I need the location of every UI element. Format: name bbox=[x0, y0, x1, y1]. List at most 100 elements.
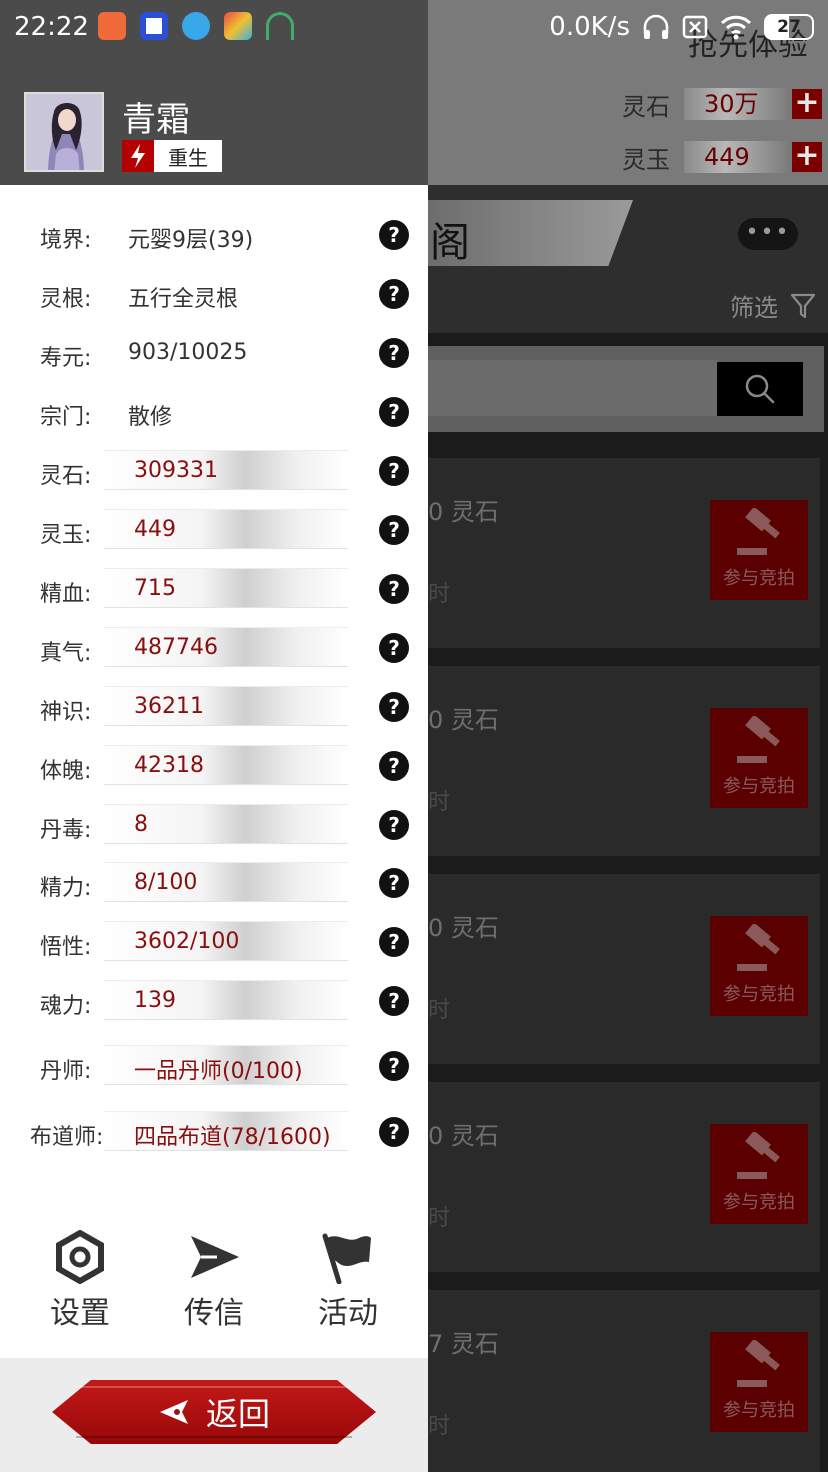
auction-card: 0 灵石 时 参与竞拍 bbox=[428, 458, 820, 648]
stat-row-spirit-jade: 灵玉: 449 ? bbox=[0, 505, 428, 555]
gavel-icon bbox=[737, 1132, 780, 1179]
back-label: 返回 bbox=[205, 1395, 270, 1433]
bid-button[interactable]: 参与竞拍 bbox=[710, 916, 808, 1016]
add-spirit-jade-button[interactable]: + bbox=[792, 141, 822, 172]
wifi-icon bbox=[720, 15, 752, 40]
settings-label: 设置 bbox=[50, 1296, 110, 1331]
stat-label: 境界: bbox=[40, 228, 92, 253]
stat-row-essence-blood: 精血: 715 ? bbox=[0, 564, 428, 614]
card-price: 0 灵石 bbox=[428, 706, 499, 734]
help-icon[interactable]: ? bbox=[379, 986, 409, 1016]
shopping-app-icon bbox=[98, 12, 126, 40]
currency-label: 灵石 bbox=[622, 92, 670, 121]
bid-button[interactable]: 参与竞拍 bbox=[710, 708, 808, 808]
help-icon[interactable]: ? bbox=[379, 692, 409, 722]
help-icon[interactable]: ? bbox=[379, 810, 409, 840]
stat-label: 灵石: bbox=[40, 464, 92, 489]
stat-value: 8/100 bbox=[134, 870, 198, 895]
lightning-icon bbox=[122, 140, 154, 172]
bid-label: 参与竞拍 bbox=[723, 1400, 795, 1421]
auction-card: 0 灵石 时 参与竞拍 bbox=[428, 666, 820, 856]
help-icon[interactable]: ? bbox=[379, 633, 409, 663]
bid-button[interactable]: 参与竞拍 bbox=[710, 1332, 808, 1432]
stat-row-lifespan: 寿元: 903/10025 ? bbox=[0, 328, 428, 378]
stat-row-spirit-root: 灵根: 五行全灵根 ? bbox=[0, 269, 428, 319]
help-icon[interactable]: ? bbox=[379, 220, 409, 250]
messages-button[interactable]: 传信 bbox=[154, 1230, 274, 1332]
back-button[interactable]: 返回 bbox=[52, 1380, 376, 1444]
card-price: 0 灵石 bbox=[428, 1122, 499, 1150]
stat-label: 精力: bbox=[40, 876, 92, 901]
stat-row-comprehension: 悟性: 3602/100 ? bbox=[0, 917, 428, 967]
help-icon[interactable]: ? bbox=[379, 751, 409, 781]
send-icon bbox=[191, 1236, 239, 1278]
status-bar: 22:22 0.0K/s 27 bbox=[0, 0, 828, 56]
pavilion-tab-label: 阁 bbox=[430, 220, 470, 266]
stat-value: 一品丹师(0/100) bbox=[134, 1059, 303, 1084]
help-icon[interactable]: ? bbox=[379, 456, 409, 486]
stat-row-preacher: 布道师: 四品布道(78/1600) ? bbox=[0, 1107, 428, 1157]
stat-bar: 449 bbox=[104, 509, 348, 549]
search-input[interactable] bbox=[428, 360, 718, 416]
battery-icon: 27 bbox=[764, 14, 814, 40]
avatar[interactable] bbox=[24, 92, 104, 172]
browser-app-icon bbox=[140, 12, 168, 40]
stat-row-spirit-stone: 灵石: 309331 ? bbox=[0, 446, 428, 496]
stat-bar: 139 bbox=[104, 980, 348, 1020]
help-icon[interactable]: ? bbox=[379, 927, 409, 957]
auction-card: 0 灵石 时 参与竞拍 bbox=[428, 874, 820, 1064]
help-icon[interactable]: ? bbox=[379, 574, 409, 604]
auction-card: 0 灵石 时 参与竞拍 bbox=[428, 1082, 820, 1272]
help-icon[interactable]: ? bbox=[379, 868, 409, 898]
stat-value: 散修 bbox=[128, 405, 173, 430]
gavel-icon bbox=[737, 1340, 780, 1387]
stat-label: 悟性: bbox=[40, 935, 92, 960]
currency-value: 30万 bbox=[684, 88, 788, 120]
back-arrow-icon bbox=[159, 1400, 188, 1424]
bid-button[interactable]: 参与竞拍 bbox=[710, 1124, 808, 1224]
back-area: 返回 bbox=[0, 1358, 428, 1472]
help-icon[interactable]: ? bbox=[379, 515, 409, 545]
bid-label: 参与竞拍 bbox=[723, 776, 795, 797]
player-name: 青霜 bbox=[122, 100, 190, 140]
bid-button[interactable]: 参与竞拍 bbox=[710, 500, 808, 600]
stat-label: 真气: bbox=[40, 641, 92, 666]
filter-icon bbox=[790, 293, 816, 318]
events-button[interactable]: 活动 bbox=[288, 1230, 408, 1332]
side-drawer: 青霜 重生 境界: 元婴9层(39) ? 灵根: 五行全灵根 ? 寿元: 903… bbox=[0, 0, 428, 1472]
stat-row-energy: 精力: 8/100 ? bbox=[0, 858, 428, 908]
filter-button[interactable]: 筛选 bbox=[730, 288, 816, 323]
avatar-image bbox=[26, 94, 102, 170]
stat-label: 灵玉: bbox=[40, 523, 92, 548]
add-spirit-stone-button[interactable]: + bbox=[792, 88, 822, 119]
stat-bar: 36211 bbox=[104, 686, 348, 726]
help-icon[interactable]: ? bbox=[379, 397, 409, 427]
search-button[interactable] bbox=[717, 362, 803, 416]
stat-value: 139 bbox=[134, 988, 176, 1013]
stat-bar: 3602/100 bbox=[104, 921, 348, 961]
stat-label: 灵根: bbox=[40, 287, 92, 312]
currency-value: 449 bbox=[684, 141, 788, 173]
help-icon[interactable]: ? bbox=[379, 1117, 409, 1147]
stat-value: 36211 bbox=[134, 694, 204, 719]
settings-button[interactable]: 设置 bbox=[20, 1230, 140, 1332]
triangle-app-icon bbox=[224, 12, 252, 40]
stat-row-physique: 体魄: 42318 ? bbox=[0, 741, 428, 791]
stat-label: 宗门: bbox=[40, 405, 92, 430]
more-button[interactable]: ••• bbox=[738, 218, 798, 250]
help-icon[interactable]: ? bbox=[379, 338, 409, 368]
status-time: 22:22 bbox=[14, 12, 89, 42]
bid-label: 参与竞拍 bbox=[723, 984, 795, 1005]
currency-row-spirit-stone: 灵石 30万 + bbox=[622, 86, 822, 122]
help-icon[interactable]: ? bbox=[379, 1051, 409, 1081]
currency-row-spirit-jade: 灵玉 449 + bbox=[622, 139, 822, 175]
status-right: 0.0K/s 27 bbox=[549, 12, 814, 42]
drawer-menu: 设置 传信 活动 bbox=[0, 1230, 428, 1358]
stat-row-pill-toxin: 丹毒: 8 ? bbox=[0, 800, 428, 850]
rebirth-button[interactable]: 重生 bbox=[122, 140, 222, 172]
card-price: 7 灵石 bbox=[428, 1330, 499, 1358]
help-icon[interactable]: ? bbox=[379, 279, 409, 309]
bid-label: 参与竞拍 bbox=[723, 1192, 795, 1213]
currency-label: 灵玉 bbox=[622, 145, 670, 174]
stat-row-alchemist: 丹师: 一品丹师(0/100) ? bbox=[0, 1041, 428, 1091]
